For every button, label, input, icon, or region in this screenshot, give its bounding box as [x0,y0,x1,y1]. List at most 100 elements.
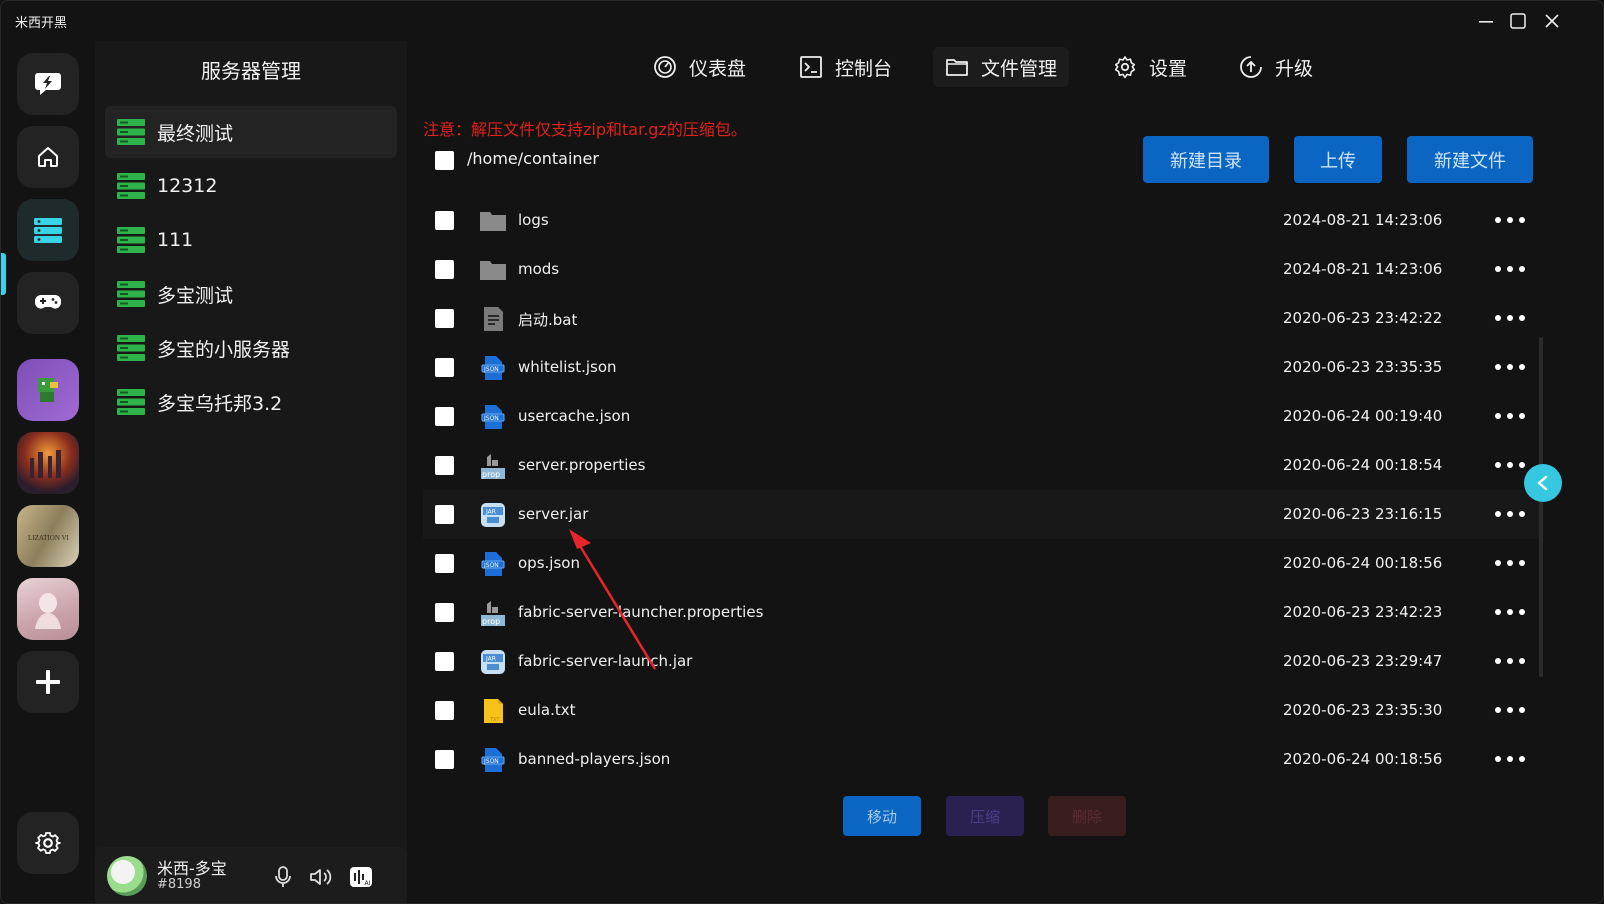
file-row[interactable]: JSON usercache.json 2020-06-24 00:19:40 [423,392,1539,441]
move-button[interactable]: 移动 [843,796,921,836]
avatar[interactable] [107,856,147,896]
more-options-button[interactable] [1495,259,1525,279]
more-options-button[interactable] [1495,504,1525,524]
more-options-button[interactable] [1495,651,1525,671]
more-dot-icon [1495,756,1501,762]
user-bar: 米西-多宝 #8198 AI [95,847,407,903]
tab-settings[interactable]: 设置 [1101,47,1199,87]
more-options-button[interactable] [1495,210,1525,230]
file-name[interactable]: logs [518,211,549,229]
file-checkbox[interactable] [435,750,454,769]
title-bar: 米西开黑 [1,1,1603,41]
more-dot-icon [1519,364,1525,370]
delete-button[interactable]: 删除 [1048,796,1126,836]
rail-settings-button[interactable] [17,812,79,874]
rail-chat-button[interactable] [17,53,79,115]
more-dot-icon [1507,266,1513,272]
file-checkbox[interactable] [435,505,454,524]
server-item[interactable]: 多宝测试 [105,268,397,320]
server-item[interactable]: 111 [105,214,397,266]
file-name[interactable]: server.jar [518,505,588,523]
upload-button[interactable]: 上传 [1294,136,1382,183]
chevron-left-icon [1537,475,1548,491]
server-item[interactable]: 最终测试 [105,106,397,158]
character-portrait-icon [35,593,61,629]
app-window: 米西开黑 LIZATION VI 服务器管理 最终测试 12312 111 多宝… [0,0,1604,904]
new-file-button[interactable]: 新建文件 [1407,136,1533,183]
file-checkbox[interactable] [435,358,454,377]
speaker-button[interactable] [309,865,333,889]
tab-files[interactable]: 文件管理 [933,47,1070,87]
file-row[interactable]: logs 2024-08-21 14:23:06 [423,196,1539,245]
game-avatar-1[interactable] [17,359,79,421]
app-title: 米西开黑 [15,16,68,31]
add-server-button[interactable] [17,651,79,713]
json-file-icon: JSON [481,552,505,576]
file-name[interactable]: server.properties [518,456,645,474]
file-name[interactable]: banned-players.json [518,750,670,768]
file-checkbox[interactable] [435,309,454,328]
tab-console[interactable]: 控制台 [787,47,904,87]
svg-text:LIZATION VI: LIZATION VI [28,534,70,542]
file-checkbox[interactable] [435,407,454,426]
rail-server-button[interactable] [17,199,79,261]
file-checkbox[interactable] [435,260,454,279]
close-button[interactable] [1538,9,1566,33]
more-options-button[interactable] [1495,749,1525,769]
select-all-checkbox[interactable] [435,151,454,170]
tab-upgrade[interactable]: 升级 [1227,47,1325,87]
more-dot-icon [1507,511,1513,517]
civilization-icon: LIZATION VI [28,534,70,542]
file-checkbox[interactable] [435,603,454,622]
file-row[interactable]: prop server.properties 2020-06-24 00:18:54 [423,441,1539,490]
game-avatar-3[interactable]: LIZATION VI [17,505,79,567]
file-row[interactable]: JSON whitelist.json 2020-06-23 23:35:35 [423,343,1539,392]
more-dot-icon [1507,658,1513,664]
microphone-icon [275,866,291,887]
server-item[interactable]: 多宝乌托邦3.2 [105,376,397,428]
file-checkbox[interactable] [435,701,454,720]
microphone-button[interactable] [271,865,295,889]
more-options-button[interactable] [1495,308,1525,328]
compress-button[interactable]: 压缩 [946,796,1024,836]
file-date: 2024-08-21 14:23:06 [1283,260,1443,278]
server-item[interactable]: 12312 [105,160,397,212]
minimize-button[interactable] [1472,9,1500,33]
file-row[interactable]: mods 2024-08-21 14:23:06 [423,245,1539,294]
ai-voice-button[interactable]: AI [349,865,373,889]
svg-text:prop: prop [482,617,500,626]
rail-home-button[interactable] [17,126,79,188]
rail-game-button[interactable] [17,272,79,334]
maximize-button[interactable] [1504,9,1532,33]
file-checkbox[interactable] [435,456,454,475]
file-row[interactable]: TXT eula.txt 2020-06-23 23:35:30 [423,686,1539,735]
file-row[interactable]: JSON banned-players.json 2020-06-24 00:18:… [423,735,1539,784]
file-row[interactable]: 启动.bat 2020-06-23 23:42:22 [423,294,1539,343]
file-name[interactable]: 启动.bat [518,309,577,330]
file-name[interactable]: whitelist.json [518,358,617,376]
new-directory-button[interactable]: 新建目录 [1143,136,1269,183]
file-date: 2020-06-23 23:16:15 [1283,505,1443,523]
more-options-button[interactable] [1495,553,1525,573]
game-avatar-4[interactable] [17,578,79,640]
more-options-button[interactable] [1495,406,1525,426]
more-options-button[interactable] [1495,602,1525,622]
more-options-button[interactable] [1495,700,1525,720]
file-name[interactable]: usercache.json [518,407,630,425]
collapse-panel-button[interactable] [1524,464,1562,502]
scrollbar[interactable] [1539,337,1543,677]
tab-dashboard[interactable]: 仪表盘 [641,47,758,87]
file-checkbox[interactable] [435,211,454,230]
file-checkbox[interactable] [435,652,454,671]
server-item[interactable]: 多宝的小服务器 [105,322,397,374]
file-name[interactable]: mods [518,260,559,278]
more-options-button[interactable] [1495,357,1525,377]
folder-icon [946,59,968,76]
game-avatar-2[interactable] [17,432,79,494]
file-name[interactable]: eula.txt [518,701,576,719]
file-checkbox[interactable] [435,554,454,573]
jar-file-icon: JAR [481,650,505,674]
parrot-icon [38,378,58,402]
more-options-button[interactable] [1495,455,1525,475]
file-date: 2020-06-24 00:18:54 [1283,456,1443,474]
